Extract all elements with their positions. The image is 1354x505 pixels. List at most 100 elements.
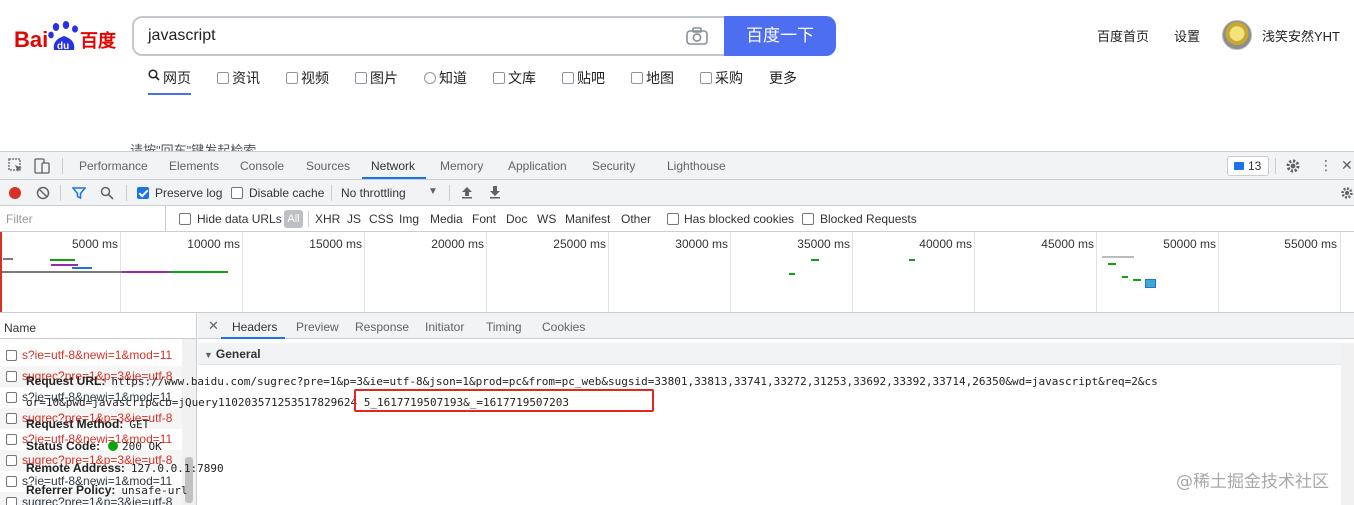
tick-label: 20000 ms: [431, 237, 484, 251]
row-checkbox[interactable]: [6, 413, 17, 424]
filter-ws[interactable]: WS: [537, 212, 556, 226]
tab-timing[interactable]: Timing: [486, 320, 522, 334]
username[interactable]: 浅笑安然YHT: [1262, 26, 1340, 45]
tab-web-label: 网页: [163, 70, 191, 86]
tick-label: 40000 ms: [919, 237, 972, 251]
tab-zhidao[interactable]: 知道: [424, 68, 467, 88]
export-har-icon[interactable]: [488, 185, 502, 202]
chevron-down-icon[interactable]: ▼: [428, 186, 438, 197]
request-list-scrollbar[interactable]: [182, 339, 196, 505]
filter-css[interactable]: CSS: [369, 212, 394, 226]
question-icon: [424, 72, 436, 84]
tab-headers[interactable]: Headers: [232, 320, 277, 334]
search-button[interactable]: 百度一下: [724, 16, 836, 56]
blocked-requests-label: Blocked Requests: [820, 212, 917, 226]
filter-xhr[interactable]: XHR: [315, 212, 340, 226]
baidu-logo[interactable]: Bai du 百度: [14, 18, 119, 54]
filter-img[interactable]: Img: [399, 212, 419, 226]
preserve-log-checkbox[interactable]: [137, 187, 149, 199]
tab-tieba[interactable]: 贴吧: [562, 68, 605, 88]
tab-initiator[interactable]: Initiator: [425, 320, 464, 334]
tab-web[interactable]: 网页: [148, 68, 191, 95]
grid-line: [730, 232, 731, 312]
name-column-header[interactable]: Name: [0, 313, 196, 339]
filter-all-chip[interactable]: All: [284, 210, 303, 228]
tab-response[interactable]: Response: [355, 320, 409, 334]
close-icon[interactable]: ✕: [208, 318, 219, 334]
tab-purchase[interactable]: 采购: [700, 68, 743, 88]
issues-badge[interactable]: 13: [1227, 156, 1269, 176]
tab-wenku[interactable]: 文库: [493, 68, 536, 88]
list-item[interactable]: s?ie=utf-8&newi=1&mod=11: [0, 345, 182, 366]
tick-label: 45000 ms: [1041, 237, 1094, 251]
devtools-panel: Performance Elements Console Sources Net…: [0, 151, 1354, 505]
filter-media[interactable]: Media: [430, 212, 463, 226]
clear-icon[interactable]: [36, 186, 50, 203]
close-icon[interactable]: ✕: [1341, 157, 1353, 174]
tab-cookies[interactable]: Cookies: [542, 320, 585, 334]
tab-images[interactable]: 图片: [355, 68, 398, 88]
filter-icon[interactable]: [71, 186, 87, 203]
tab-sources[interactable]: Sources: [306, 159, 350, 173]
tab-lighthouse[interactable]: Lighthouse: [667, 159, 726, 173]
throttling-select[interactable]: No throttling: [341, 186, 406, 200]
detail-scrollbar[interactable]: [1341, 343, 1354, 505]
tab-video[interactable]: 视频: [286, 68, 329, 88]
tab-elements[interactable]: Elements: [169, 159, 219, 173]
disable-cache-checkbox[interactable]: [231, 187, 243, 199]
request-bar: [170, 271, 228, 273]
tab-map[interactable]: 地图: [631, 68, 674, 88]
filter-other[interactable]: Other: [621, 212, 651, 226]
general-section-header[interactable]: ▼ General: [198, 343, 1348, 365]
blocked-requests-checkbox[interactable]: [802, 213, 814, 225]
search-query-text[interactable]: javascript: [148, 27, 216, 45]
search-input[interactable]: javascript: [132, 16, 726, 56]
tab-application[interactable]: Application: [508, 159, 567, 173]
row-checkbox[interactable]: [6, 350, 17, 361]
request-method-value: GET: [129, 418, 150, 431]
tab-performance[interactable]: Performance: [79, 159, 148, 173]
network-settings-gear-icon[interactable]: [1340, 186, 1354, 203]
tick-label: 35000 ms: [797, 237, 850, 251]
row-checkbox[interactable]: [6, 497, 17, 505]
filter-font[interactable]: Font: [472, 212, 496, 226]
filter-doc[interactable]: Doc: [506, 212, 527, 226]
device-toolbar-icon[interactable]: [34, 158, 50, 177]
filter-input[interactable]: Filter: [0, 206, 166, 231]
tab-news[interactable]: 资讯: [217, 68, 260, 88]
row-checkbox[interactable]: [6, 371, 17, 382]
filter-js[interactable]: JS: [347, 212, 361, 226]
import-har-icon[interactable]: [460, 185, 474, 202]
tieba-icon: [562, 72, 574, 84]
hide-data-urls-checkbox[interactable]: [179, 213, 191, 225]
more-options-icon[interactable]: ⋮: [1319, 157, 1333, 173]
record-icon[interactable]: [9, 187, 21, 199]
status-code-row: Status Code: 200 OK: [26, 439, 162, 453]
divider: [331, 185, 332, 201]
tab-more[interactable]: 更多: [769, 68, 797, 88]
divider: [62, 158, 63, 174]
news-icon: [217, 72, 229, 84]
camera-icon[interactable]: [686, 27, 708, 50]
inspect-element-icon[interactable]: [8, 158, 24, 177]
row-checkbox[interactable]: [6, 476, 17, 487]
referrer-policy-label: Referrer Policy:: [26, 483, 116, 497]
network-overview-timeline[interactable]: 5000 ms 10000 ms 15000 ms 20000 ms 25000…: [0, 232, 1354, 313]
tab-video-label: 视频: [301, 70, 329, 86]
filter-manifest[interactable]: Manifest: [565, 212, 610, 226]
tab-network[interactable]: Network: [371, 159, 415, 173]
row-checkbox[interactable]: [6, 455, 17, 466]
row-checkbox[interactable]: [6, 434, 17, 445]
avatar[interactable]: [1222, 20, 1252, 50]
tab-console[interactable]: Console: [240, 159, 284, 173]
tab-preview[interactable]: Preview: [296, 320, 339, 334]
settings-link[interactable]: 设置: [1174, 26, 1200, 45]
baidu-home-link[interactable]: 百度首页: [1097, 26, 1149, 45]
gear-icon[interactable]: [1285, 158, 1301, 177]
blocked-cookies-checkbox[interactable]: [667, 213, 679, 225]
svg-text:du: du: [57, 41, 69, 52]
tab-security[interactable]: Security: [592, 159, 635, 173]
row-checkbox[interactable]: [6, 392, 17, 403]
search-icon[interactable]: [100, 186, 114, 203]
tab-memory[interactable]: Memory: [440, 159, 483, 173]
